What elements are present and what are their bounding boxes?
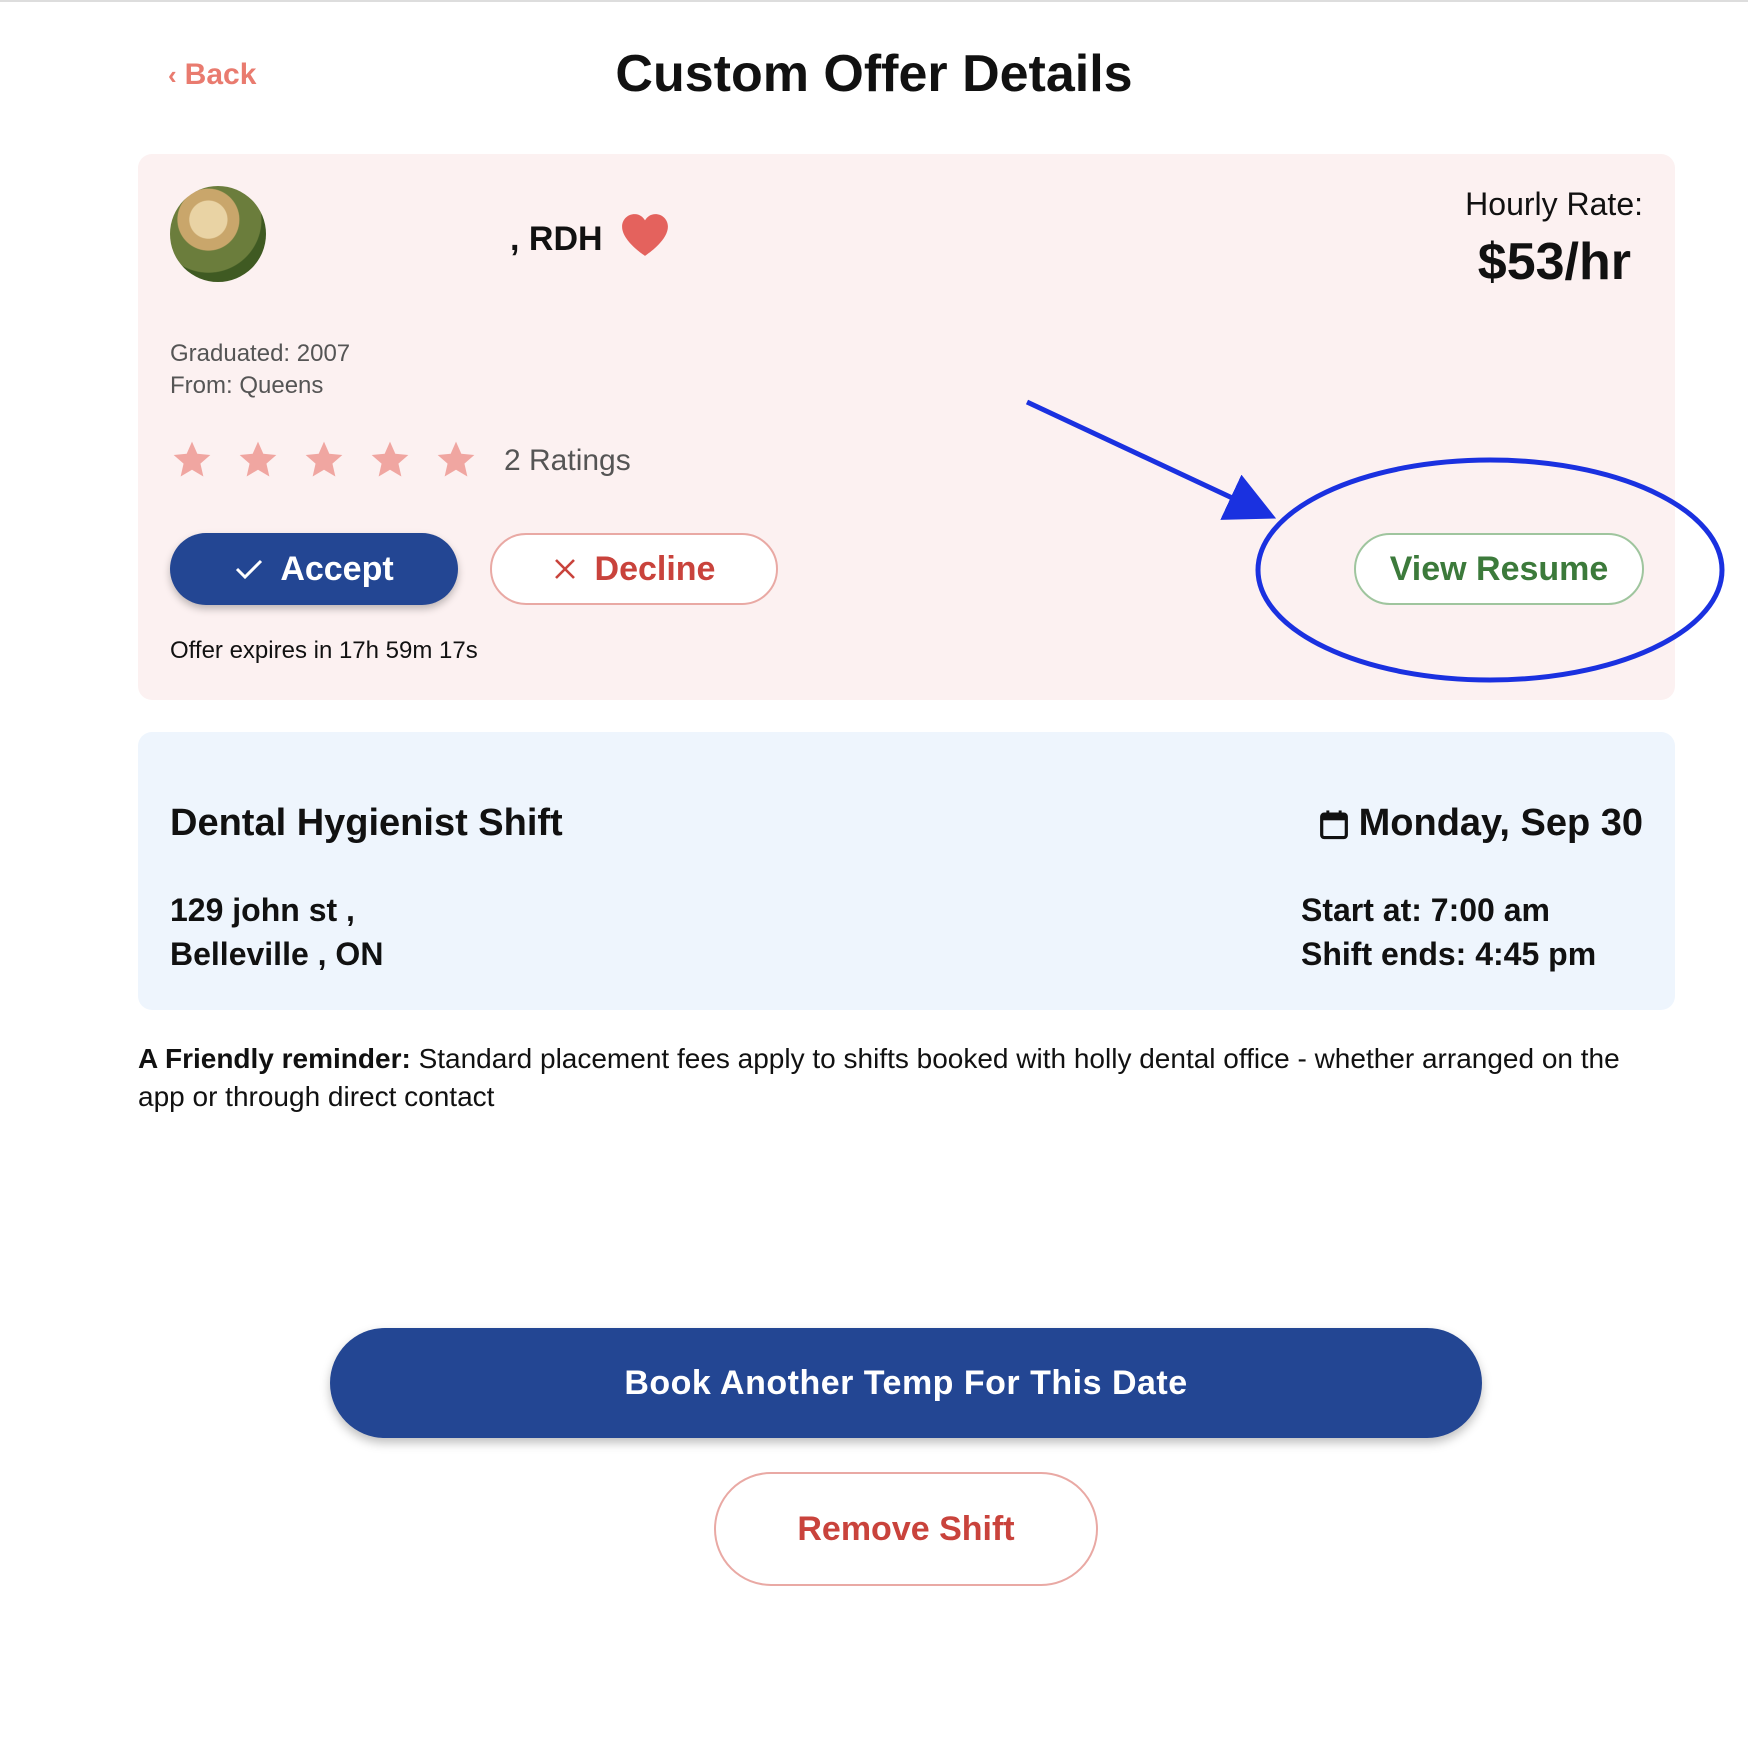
decline-button[interactable]: Decline (490, 533, 778, 605)
shift-start-time: Start at: 7:00 am (1301, 892, 1550, 928)
address-line-2: Belleville , ON (170, 936, 384, 972)
check-icon (236, 559, 263, 580)
close-icon (554, 559, 575, 579)
placement-fee-reminder: A Friendly reminder: Standard placement … (138, 1040, 1638, 1116)
shift-card: Dental Hygienist Shift Monday, Sep 30 12… (138, 732, 1675, 1010)
hourly-rate-label: Hourly Rate: (1465, 186, 1643, 222)
hourly-rate-value: $53/hr (1477, 233, 1631, 291)
top-divider (0, 0, 1748, 2)
graduated-year: Graduated: 2007 (170, 340, 351, 367)
rating-stars (170, 438, 478, 482)
ratings-count: 2 Ratings (504, 444, 631, 477)
shift-date-label: Monday, Sep 30 (1358, 802, 1643, 844)
decline-label: Decline (594, 549, 716, 588)
star-icon (173, 441, 211, 477)
calendar-icon (1319, 809, 1348, 839)
accept-button[interactable]: Accept (170, 533, 458, 605)
heart-icon[interactable] (620, 212, 670, 258)
book-another-temp-button[interactable]: Book Another Temp For This Date (330, 1328, 1482, 1438)
star-icon (305, 441, 343, 477)
page-title: Custom Offer Details (615, 45, 1133, 103)
from-location: From: Queens (170, 372, 324, 399)
star-icon (239, 441, 277, 477)
view-resume-button[interactable]: View Resume (1354, 533, 1644, 605)
professional-name: , RDH (510, 220, 603, 258)
accept-label: Accept (280, 549, 394, 588)
avatar (170, 186, 266, 282)
offer-expiry-countdown: Offer expires in 17h 59m 17s (170, 637, 478, 664)
shift-date: Monday, Sep 30 (1319, 802, 1643, 845)
star-icon (371, 441, 409, 477)
star-icon (437, 441, 475, 477)
reminder-label: A Friendly reminder: (138, 1043, 411, 1074)
shift-end-time: Shift ends: 4:45 pm (1301, 936, 1597, 972)
shift-title: Dental Hygienist Shift (170, 802, 563, 844)
offer-card: , RDH Hourly Rate: $53/hr Graduated: 200… (138, 154, 1675, 700)
address-line-1: 129 john st , (170, 892, 355, 928)
remove-shift-button[interactable]: Remove Shift (714, 1472, 1098, 1586)
